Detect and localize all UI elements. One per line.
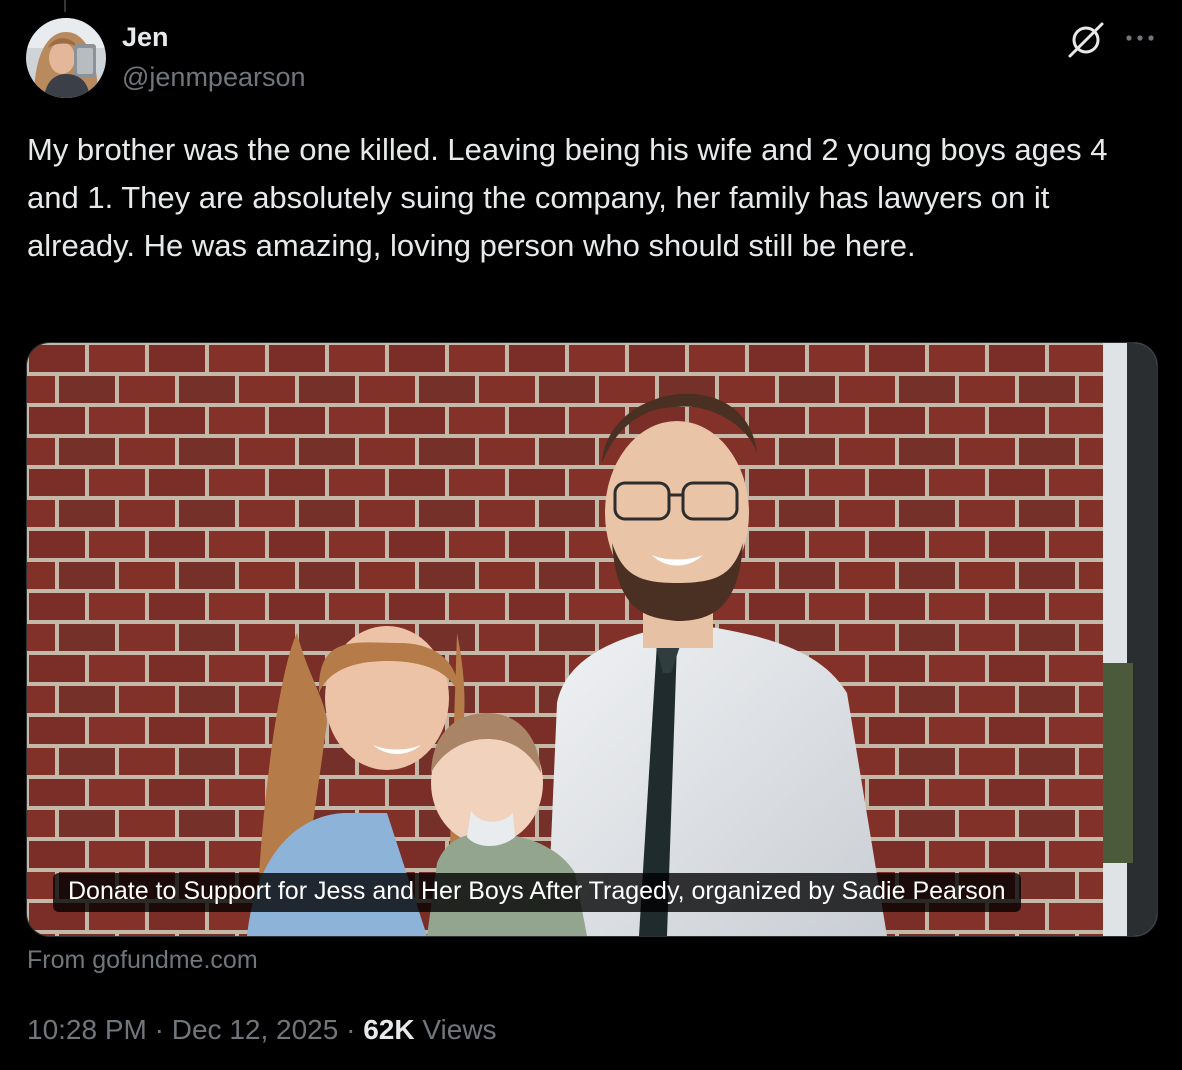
tweet-meta: 10:28 PM · Dec 12, 2025 · 62K Views	[27, 1014, 497, 1046]
author-name[interactable]: Jen	[122, 22, 169, 53]
tweet-time[interactable]: 10:28 PM	[27, 1014, 147, 1045]
card-photo	[27, 343, 1157, 936]
views-label: Views	[422, 1014, 497, 1045]
tweet-text: My brother was the one killed. Leaving b…	[27, 132, 1117, 263]
meta-separator: ·	[346, 1014, 356, 1045]
avatar-image	[26, 18, 106, 98]
card-source-link[interactable]: From gofundme.com	[27, 946, 258, 975]
avatar[interactable]	[26, 18, 106, 98]
card-caption: Donate to Support for Jess and Her Boys …	[53, 873, 1021, 912]
views-count: 62K	[363, 1014, 415, 1045]
grok-icon[interactable]	[1066, 20, 1106, 60]
meta-separator: ·	[154, 1014, 164, 1045]
author-handle[interactable]: @jenmpearson	[122, 62, 306, 93]
link-card[interactable]: Donate to Support for Jess and Her Boys …	[26, 342, 1158, 937]
more-options-icon[interactable]	[1124, 24, 1156, 52]
thread-connector-line	[64, 0, 66, 12]
tweet-date[interactable]: Dec 12, 2025	[172, 1014, 339, 1045]
